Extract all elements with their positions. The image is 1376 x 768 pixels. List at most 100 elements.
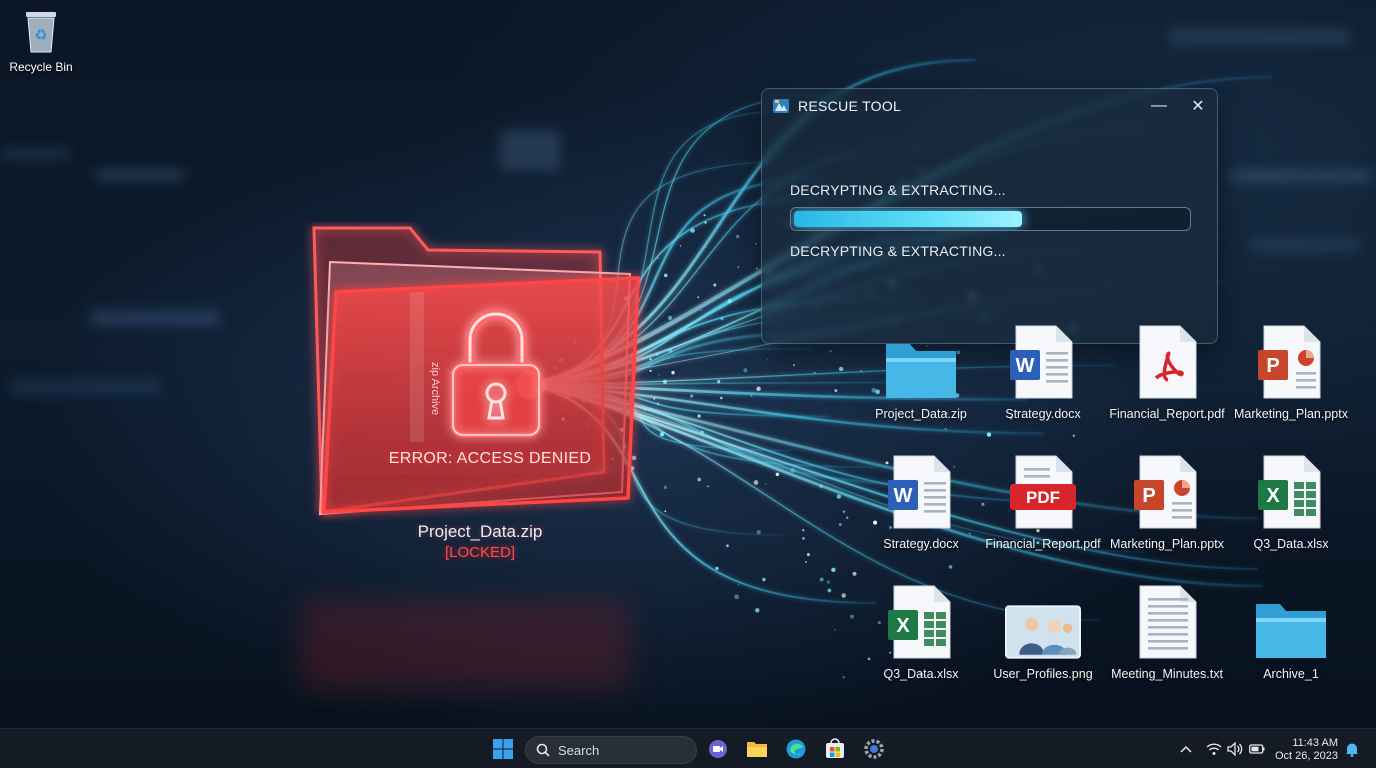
sparkle (755, 608, 759, 612)
desktop-file[interactable]: W Strategy.docx (859, 452, 983, 551)
sparkle (653, 398, 655, 400)
sparkle (750, 394, 752, 396)
sparkle (704, 214, 706, 216)
zip-archive-tab-label: zip Archive (429, 362, 441, 415)
sparkle (701, 431, 704, 434)
notification-bell-icon[interactable] (1344, 741, 1360, 757)
sparkle (705, 246, 706, 247)
sparkle (697, 296, 699, 298)
desktop-file[interactable]: X Q3_Data.xlsx (1229, 452, 1353, 551)
chevron-up-icon[interactable] (1178, 741, 1194, 757)
search-icon (536, 743, 550, 757)
sparkle (660, 432, 664, 436)
sparkle (846, 516, 848, 518)
sparkle (765, 483, 766, 484)
taskbar-meet[interactable] (704, 735, 732, 763)
close-button[interactable]: ✕ (1181, 93, 1215, 119)
sparkle (802, 537, 804, 539)
meet-icon (707, 738, 729, 760)
sparkle (671, 371, 674, 374)
progress-fill (794, 211, 1022, 227)
sparkle (757, 530, 761, 534)
taskbar-search[interactable]: Search (525, 736, 697, 764)
desktop-file[interactable]: Financial_Report.pdf (1105, 322, 1229, 421)
sparkle (738, 584, 739, 585)
status-text-bottom: DECRYPTING & EXTRACTING... (790, 243, 1006, 259)
sparkle (734, 594, 739, 599)
pdf-badge-icon: PDF (1005, 452, 1081, 530)
excel-icon: X (1253, 452, 1329, 530)
sparkle (853, 572, 857, 576)
locked-folder-icon[interactable]: zip Archive (300, 222, 650, 522)
minimize-button[interactable]: — (1142, 93, 1176, 119)
excel-icon: X (883, 582, 959, 660)
sparkle (949, 565, 953, 569)
taskbar-edge[interactable] (782, 735, 810, 763)
desktop-file[interactable]: Archive_1 (1229, 582, 1353, 681)
battery-icon[interactable] (1249, 741, 1265, 757)
sparkle (793, 364, 795, 366)
file-label: Archive_1 (1229, 667, 1353, 681)
desktop-file[interactable]: W Strategy.docx (981, 322, 1105, 421)
sparkle (820, 578, 824, 582)
sparkle (754, 480, 759, 485)
window-titlebar[interactable]: RESCUE TOOL — ✕ (762, 89, 1217, 123)
svg-text:X: X (1266, 485, 1280, 507)
sparkle (987, 432, 991, 436)
taskbar-file-explorer[interactable] (743, 735, 771, 763)
sparkle (830, 350, 832, 352)
desktop-file[interactable]: P Marketing_Plan.pptx (1229, 322, 1353, 421)
desktop-file[interactable]: X Q3_Data.xlsx (859, 582, 983, 681)
desktop-file[interactable]: Meeting_Minutes.txt (1105, 582, 1229, 681)
wifi-icon[interactable] (1206, 741, 1222, 757)
file-label: Meeting_Minutes.txt (1105, 667, 1229, 681)
clock-time: 11:43 AM (1272, 737, 1338, 750)
volume-icon[interactable] (1227, 741, 1243, 757)
extraction-progress-bar (790, 207, 1191, 231)
sparkle (698, 414, 701, 417)
sparkle (945, 428, 947, 430)
desktop-file[interactable]: Project_Data.zip (859, 322, 983, 421)
sparkle (697, 478, 701, 482)
sparkle (668, 316, 672, 320)
start-button[interactable] (489, 735, 517, 763)
powerpoint-icon: P (1129, 452, 1205, 530)
file-label: Q3_Data.xlsx (859, 667, 983, 681)
access-denied-message: ERROR: ACCESS DENIED (380, 450, 600, 468)
sparkle (841, 593, 846, 598)
sparkle (664, 510, 666, 512)
system-clock[interactable]: 11:43 AM Oct 26, 2023 (1272, 737, 1338, 763)
svg-text:PDF: PDF (1026, 488, 1060, 507)
rescue-tool-window[interactable]: RESCUE TOOL — ✕ DECRYPTING & EXTRACTING.… (761, 88, 1218, 344)
sparkle (720, 397, 723, 400)
desktop-file[interactable]: P Marketing_Plan.pptx (1105, 452, 1229, 551)
desktop-file[interactable]: PDF Financial_Report.pdf (981, 452, 1105, 551)
taskbar-store[interactable] (821, 735, 849, 763)
svg-text:P: P (1142, 485, 1155, 507)
file-label: User_Profiles.png (981, 667, 1105, 681)
sparkle (657, 403, 659, 405)
file-label: Financial_Report.pdf (981, 537, 1105, 551)
sparkle (843, 676, 845, 678)
sparkle (756, 267, 758, 269)
sparkle (657, 257, 658, 258)
taskbar-settings[interactable] (860, 735, 888, 763)
sparkle (717, 380, 720, 383)
sparkle (713, 283, 716, 286)
sparkle (664, 486, 667, 489)
sparkle (755, 243, 757, 245)
recycle-bin-icon: ♻ (21, 6, 61, 54)
sparkle (839, 523, 842, 526)
locked-archive-name: Project_Data.zip (380, 522, 580, 542)
sparkle (850, 615, 854, 619)
sparkle (1073, 435, 1075, 437)
sparkle (834, 389, 837, 392)
sparkle (658, 374, 660, 376)
sparkle (728, 299, 732, 303)
start-icon (492, 738, 514, 760)
desktop-file[interactable]: User_Profiles.png (981, 582, 1105, 681)
sparkle (655, 352, 658, 355)
sparkle (831, 568, 835, 572)
recycle-bin[interactable]: ♻ Recycle Bin (6, 6, 76, 74)
sparkle (835, 629, 836, 630)
